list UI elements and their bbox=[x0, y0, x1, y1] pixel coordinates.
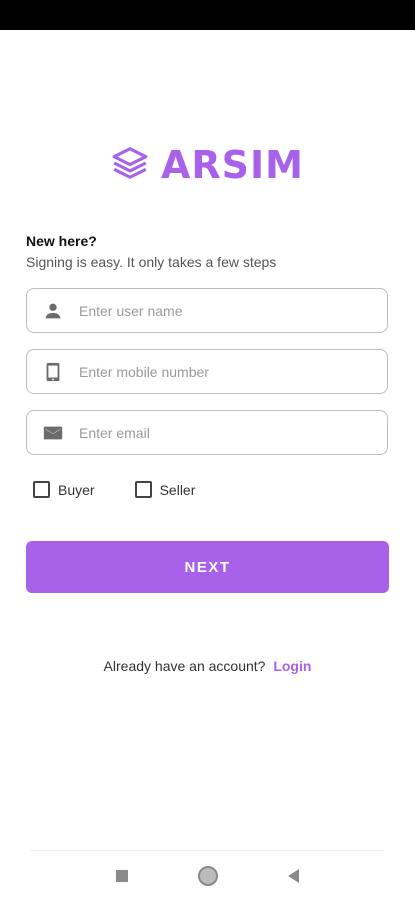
page-subtitle: Signing is easy. It only takes a few ste… bbox=[26, 254, 277, 270]
app-logo: ARSIM bbox=[0, 140, 415, 190]
status-bar bbox=[0, 0, 415, 30]
phone-icon bbox=[27, 361, 79, 383]
person-icon bbox=[27, 300, 79, 322]
login-link[interactable]: Login bbox=[273, 658, 311, 674]
login-prompt: Already have an account? Login bbox=[0, 658, 415, 674]
username-field[interactable] bbox=[26, 288, 388, 333]
checkbox-box[interactable] bbox=[134, 481, 152, 498]
layers-icon bbox=[111, 144, 149, 187]
login-prompt-text: Already have an account? bbox=[103, 658, 266, 674]
buyer-label: Buyer bbox=[58, 481, 95, 498]
seller-label: Seller bbox=[159, 481, 196, 498]
username-input[interactable] bbox=[79, 302, 387, 319]
nav-divider bbox=[30, 850, 385, 851]
seller-checkbox[interactable]: Seller bbox=[134, 481, 196, 498]
app-name: ARSIM bbox=[161, 143, 304, 187]
buyer-checkbox[interactable]: Buyer bbox=[33, 481, 95, 498]
home-icon[interactable] bbox=[198, 866, 218, 886]
email-field[interactable] bbox=[26, 410, 388, 455]
mail-icon bbox=[27, 422, 79, 444]
checkbox-box[interactable] bbox=[33, 481, 50, 498]
page-title: New here? bbox=[26, 233, 97, 249]
mobile-input[interactable] bbox=[79, 363, 387, 380]
recents-icon[interactable] bbox=[116, 870, 128, 882]
system-nav-bar bbox=[0, 857, 415, 895]
back-icon[interactable] bbox=[288, 869, 299, 883]
email-input[interactable] bbox=[79, 424, 387, 441]
role-options: Buyer Seller bbox=[33, 481, 195, 498]
mobile-field[interactable] bbox=[26, 349, 388, 394]
next-button[interactable]: NEXT bbox=[26, 541, 389, 593]
